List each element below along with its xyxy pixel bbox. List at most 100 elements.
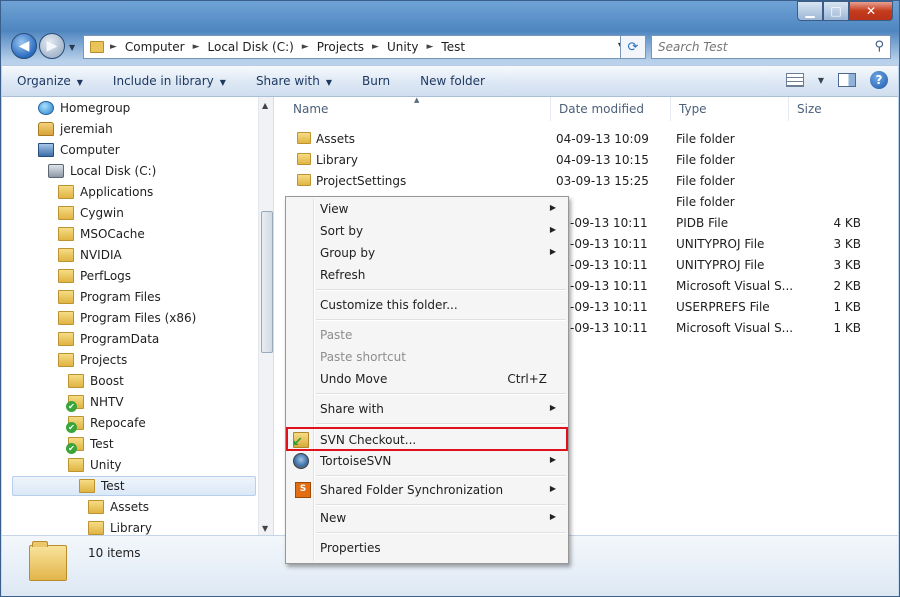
menu-item-share-with[interactable]: Share with ▶ [288,398,566,420]
organize-button[interactable]: Organize ▼ [2,74,98,88]
dropdown-arrow-icon: ▼ [219,78,226,87]
file-type: File folder [676,195,735,209]
folder-icon [297,132,311,144]
chevron-right-icon[interactable]: ► [302,42,309,52]
nav-tree-label: Repocafe [90,416,146,430]
back-button[interactable]: ◀ [11,33,37,59]
nav-tree-item[interactable]: Test [66,434,114,454]
menu-item-customize-folder[interactable]: Customize this folder... [288,294,566,316]
svn-folder-icon [66,395,84,412]
file-name: Assets [316,132,356,146]
share-with-button[interactable]: Share with ▼ [241,74,347,88]
chevron-right-icon[interactable]: ► [372,42,379,52]
menu-item-new[interactable]: New ▶ [288,507,566,529]
folder-icon [29,541,67,581]
nav-tree-item[interactable]: Computer [38,140,120,160]
view-dropdown-icon[interactable]: ▼ [818,76,824,85]
menu-label: Paste [320,328,353,342]
folder-icon [297,174,311,186]
menu-label: TortoiseSVN [320,454,392,468]
dropdown-arrow-icon: ▼ [76,78,83,87]
breadcrumb-unity[interactable]: Unity [387,40,419,54]
nav-tree-item[interactable]: Program Files [58,287,161,307]
recent-pages-dropdown[interactable]: ▼ [69,43,75,52]
nav-tree-item[interactable]: ProgramData [58,329,159,349]
file-row[interactable]: ProjectSettings 03-09-13 15:25 File folder [285,170,885,191]
menu-item-refresh[interactable]: Refresh [288,264,566,286]
refresh-button[interactable]: ⟳ [620,35,646,59]
file-date: 03-09-13 15:25 [556,174,649,188]
minimize-button[interactable]: ▁ [797,1,823,21]
nav-scrollbar[interactable]: ▲ ▼ [258,97,273,535]
menu-item-svn-checkout[interactable]: SVN Checkout... [286,427,568,451]
nav-tree-item[interactable]: jeremiah [38,119,113,139]
nav-tree-label: Test [90,437,114,451]
nav-tree-item[interactable]: NHTV [66,392,124,412]
nav-tree-item[interactable]: Local Disk (C:) [48,161,156,181]
menu-item-view[interactable]: View ▶ [288,198,566,220]
nav-tree-item[interactable]: Homegroup [38,98,130,118]
column-header-type[interactable]: Type [671,97,789,121]
close-button[interactable]: ✕ [849,1,893,21]
help-icon[interactable]: ? [870,71,888,89]
file-row[interactable]: Library 04-09-13 10:15 File folder [285,149,885,170]
navigation-pane: Library Assets Test Unity Test Repocafe NHTV Bo… [2,97,274,535]
address-bar[interactable]: ► Computer ► Local Disk (C:) ► Projects … [83,35,643,59]
nav-tree-item[interactable]: Applications [58,182,153,202]
menu-item-shared-folder-sync[interactable]: S Shared Folder Synchronization ▶ [288,479,566,501]
nav-tree-item[interactable]: Library [88,518,152,535]
nav-tree-item[interactable]: Unity [68,455,122,475]
maximize-button[interactable]: □ [823,1,849,21]
nav-tree-item[interactable]: Test [12,476,256,496]
menu-item-undo-move[interactable]: Undo Move Ctrl+Z [288,368,566,390]
nav-tree-item[interactable]: MSOCache [58,224,145,244]
nav-tree-label: Computer [60,143,120,157]
file-date: 04-09-13 10:09 [556,132,649,146]
nav-tree-item[interactable]: NVIDIA [58,245,122,265]
change-view-icon[interactable] [785,73,804,87]
column-header-date[interactable]: Date modified [551,97,671,121]
tortoisesvn-icon [293,453,309,469]
nav-tree-item[interactable]: Cygwin [58,203,124,223]
search-box[interactable]: ⚲ [651,35,891,59]
file-row[interactable]: Assets 04-09-13 10:09 File folder [285,128,885,149]
scroll-up-icon[interactable]: ▲ [262,101,268,110]
chevron-right-icon[interactable]: ► [193,42,200,52]
nav-tree-label: PerfLogs [80,269,132,283]
submenu-arrow-icon: ▶ [549,203,556,212]
menu-item-group-by[interactable]: Group by ▶ [288,242,566,264]
item-count: 10 items [88,546,141,560]
scrollbar-thumb[interactable] [261,211,273,353]
forward-button[interactable]: ▶ [39,33,65,59]
menu-separator [316,504,566,506]
breadcrumb-test[interactable]: Test [441,40,465,54]
include-in-library-button[interactable]: Include in library ▼ [98,74,241,88]
menu-item-sort-by[interactable]: Sort by ▶ [288,220,566,242]
breadcrumb-projects[interactable]: Projects [317,40,364,54]
preview-pane-icon[interactable] [838,73,856,87]
nav-tree-item[interactable]: Boost [68,371,124,391]
file-size: 2 KB [833,279,861,293]
search-input[interactable] [658,40,858,54]
file-type: File folder [676,132,735,146]
chevron-right-icon[interactable]: ► [110,42,117,52]
nav-tree-item[interactable]: Assets [88,497,149,517]
menu-item-tortoisesvn[interactable]: TortoiseSVN ▶ [288,450,566,472]
nav-tree-item[interactable]: Repocafe [66,413,146,433]
sort-arrow-icon: ▲ [414,96,420,104]
navigation-row: ◀ ▶ ▼ ► Computer ► Local Disk (C:) ► Pro… [11,31,893,63]
column-header-name[interactable]: Name ▲ [285,96,551,121]
search-icon[interactable]: ⚲ [874,39,884,54]
chevron-right-icon[interactable]: ► [426,42,433,52]
column-header-size[interactable]: Size [789,97,885,121]
scroll-down-icon[interactable]: ▼ [262,524,268,533]
nav-tree-item[interactable]: Projects [58,350,127,370]
new-folder-button[interactable]: New folder [405,74,500,88]
breadcrumb-computer[interactable]: Computer [125,40,185,54]
burn-button[interactable]: Burn [347,74,405,88]
file-size: 3 KB [833,258,861,272]
nav-tree-item[interactable]: Program Files (x86) [58,308,196,328]
breadcrumb-local-disk[interactable]: Local Disk (C:) [208,40,294,54]
menu-item-properties[interactable]: Properties [288,537,566,559]
nav-tree-item[interactable]: PerfLogs [58,266,131,286]
